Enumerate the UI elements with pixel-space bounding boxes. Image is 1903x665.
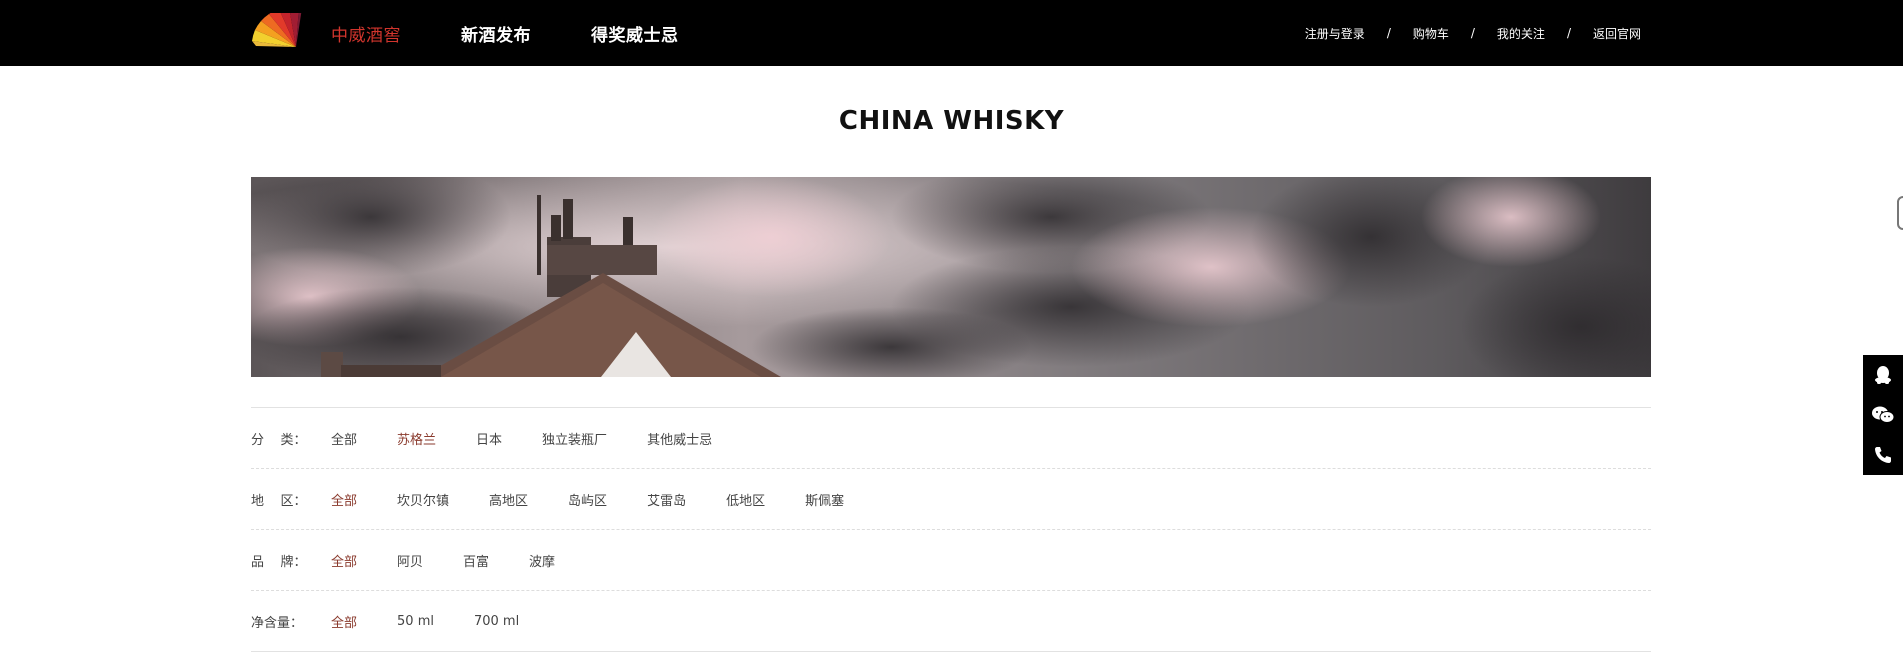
filter-option-selected[interactable]: 全部 (331, 551, 357, 570)
favorites-link[interactable]: 我的关注 (1497, 25, 1545, 42)
filter-row-category: 分 类： 全部 苏格兰 日本 独立装瓶厂 其他威士忌 (251, 408, 1651, 469)
filter-option[interactable]: 日本 (476, 429, 502, 448)
filter-option[interactable]: 波摩 (529, 551, 555, 570)
filter-panel: 分 类： 全部 苏格兰 日本 独立装瓶厂 其他威士忌 地 区： 全部 坎贝尔镇 … (251, 407, 1651, 652)
filter-option[interactable]: 斯佩塞 (805, 490, 844, 509)
filter-option-selected[interactable]: 全部 (331, 490, 357, 509)
back-to-official-site-link[interactable]: 返回官网 (1593, 25, 1641, 42)
nav-award-whisky-link[interactable]: 得奖威士忌 (591, 21, 679, 46)
nav-separator: / (1566, 26, 1571, 40)
filter-option[interactable]: 高地区 (489, 490, 528, 509)
nav-separator: / (1470, 26, 1475, 40)
filter-label: 分 类： (251, 432, 307, 448)
filter-label: 地 区： (251, 493, 307, 509)
filter-option[interactable]: 700 ml (474, 614, 519, 629)
filter-option[interactable]: 全部 (331, 429, 357, 448)
main-nav: 中威酒窖 新酒发布 得奖威士忌 (331, 0, 739, 66)
filter-label: 品 牌： (251, 554, 307, 570)
qq-icon[interactable] (1863, 355, 1903, 395)
filter-option[interactable]: 百富 (463, 551, 489, 570)
login-register-link[interactable]: 注册与登录 (1305, 25, 1365, 42)
phone-icon[interactable] (1863, 435, 1903, 475)
edge-tab-handle[interactable] (1897, 196, 1903, 230)
filter-row-region: 地 区： 全部 坎贝尔镇 高地区 岛屿区 艾雷岛 低地区 斯佩塞 (251, 469, 1651, 530)
filter-option[interactable]: 坎贝尔镇 (397, 490, 449, 509)
filter-option-selected[interactable]: 苏格兰 (397, 429, 436, 448)
user-nav: 注册与登录 / 购物车 / 我的关注 / 返回官网 (1305, 0, 1641, 66)
filter-option[interactable]: 独立装瓶厂 (542, 429, 607, 448)
wechat-icon[interactable] (1863, 395, 1903, 435)
banner-image (251, 177, 1651, 377)
fan-logo-icon[interactable] (250, 6, 302, 51)
top-navbar: 中威酒窖 新酒发布 得奖威士忌 注册与登录 / 购物车 / 我的关注 / 返回官… (0, 0, 1903, 66)
filter-option[interactable]: 50 ml (397, 614, 434, 629)
filter-option-selected[interactable]: 全部 (331, 612, 357, 631)
filter-option[interactable]: 其他威士忌 (647, 429, 712, 448)
nav-brand-link[interactable]: 中威酒窖 (331, 21, 401, 46)
filter-option[interactable]: 岛屿区 (568, 490, 607, 509)
filter-row-volume: 净含量： 全部 50 ml 700 ml (251, 591, 1651, 652)
nav-new-release-link[interactable]: 新酒发布 (461, 21, 531, 46)
filter-option[interactable]: 低地区 (726, 490, 765, 509)
filter-row-brand: 品 牌： 全部 阿贝 百富 波摩 (251, 530, 1651, 591)
filter-option[interactable]: 艾雷岛 (647, 490, 686, 509)
nav-separator: / (1386, 26, 1391, 40)
cart-link[interactable]: 购物车 (1413, 25, 1449, 42)
page-title: CHINA WHISKY (838, 106, 1065, 136)
filter-option[interactable]: 阿贝 (397, 551, 423, 570)
filter-label: 净含量： (251, 615, 304, 631)
floating-contact-bar (1863, 355, 1903, 475)
